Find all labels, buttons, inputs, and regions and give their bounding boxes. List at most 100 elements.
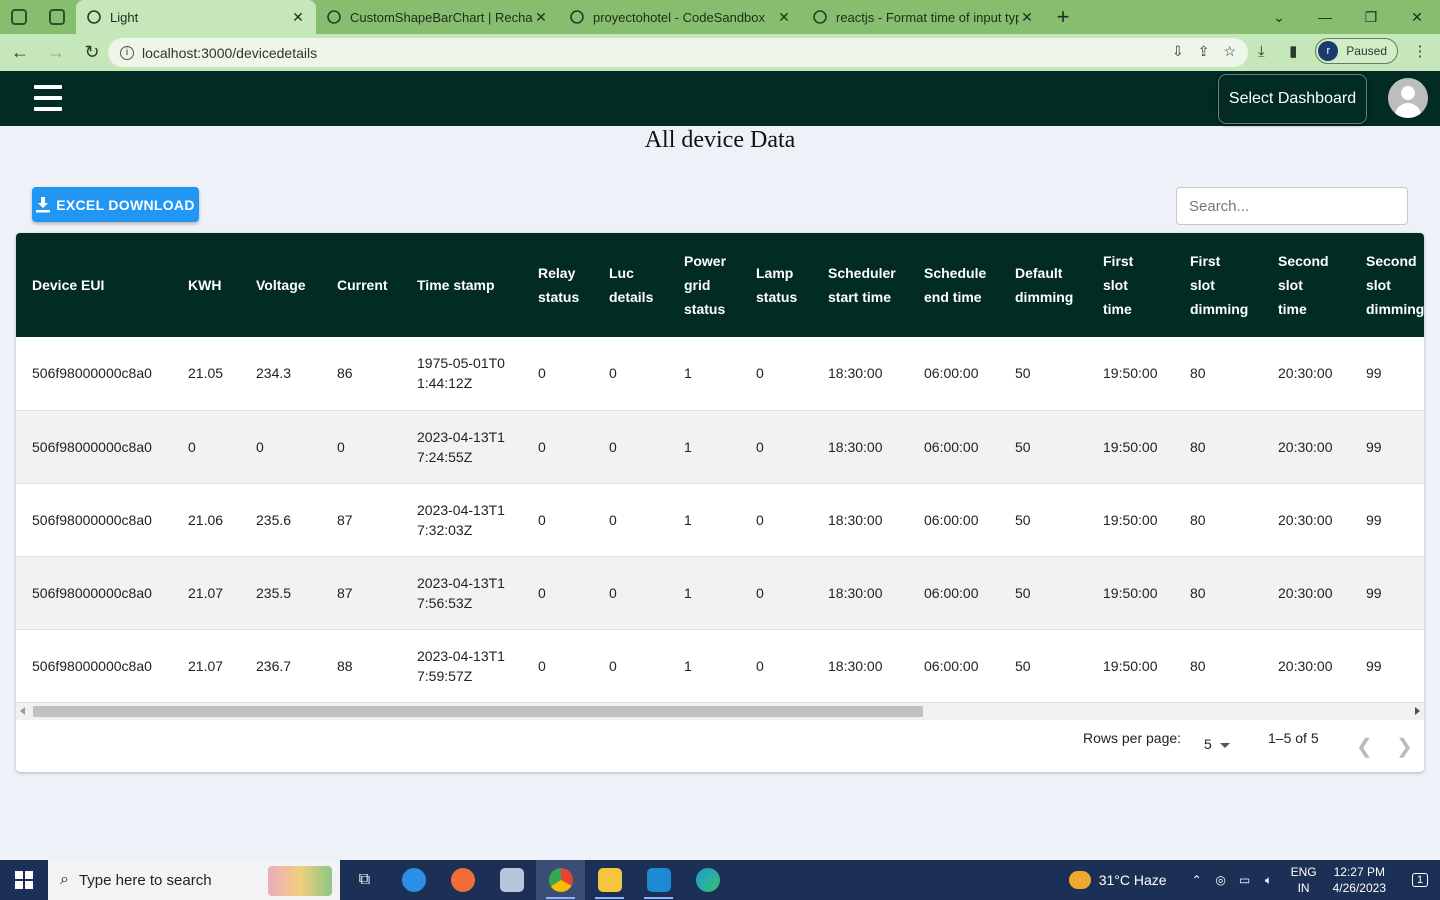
scroll-left-icon[interactable] — [20, 707, 25, 715]
side-panel-icon[interactable]: ▮ — [1283, 41, 1303, 61]
browser-tab-strip: Light ✕ CustomShapeBarChart | Recharts ✕ pro… — [0, 0, 1440, 34]
back-icon[interactable]: ← — [4, 37, 36, 69]
table-row[interactable]: 506f98000000c8a0 21.07 235.5 87 2023-04-13T1… — [16, 556, 1424, 630]
address-bar[interactable]: i localhost:3000/devicedetails ⇩ ⇪ ☆ — [108, 38, 1248, 67]
column-header[interactable]: Relay status — [522, 233, 593, 337]
column-header[interactable]: First slot time — [1087, 233, 1174, 337]
previous-page-icon[interactable]: ❮ — [1356, 734, 1373, 759]
pinned-tab-1[interactable] — [0, 0, 38, 34]
column-header[interactable]: Device EUI — [16, 233, 172, 337]
volume-icon[interactable]: 🔈︎ — [1257, 873, 1281, 888]
new-tab-button[interactable]: + — [1045, 0, 1081, 34]
column-header[interactable]: Second slot dimming — [1350, 233, 1424, 337]
column-header[interactable]: Luc details — [593, 233, 668, 337]
scroll-right-icon[interactable] — [1415, 707, 1420, 715]
share-icon[interactable]: ⇪ — [1198, 43, 1210, 60]
table-cell: 0 — [740, 483, 812, 557]
tab-close-icon[interactable]: ✕ — [776, 9, 792, 26]
table-cell: 1 — [668, 629, 740, 703]
column-header[interactable]: Schedule end time — [908, 233, 999, 337]
site-info-icon[interactable]: i — [120, 45, 134, 60]
tab-close-icon[interactable]: ✕ — [290, 9, 306, 26]
horizontal-scrollbar[interactable] — [16, 703, 1424, 720]
column-header-line: Second — [1278, 253, 1329, 269]
tab-close-icon[interactable]: ✕ — [1019, 9, 1035, 26]
table-cell: 1 — [668, 556, 740, 630]
hamburger-menu-icon[interactable] — [34, 85, 62, 111]
user-avatar[interactable] — [1388, 78, 1428, 118]
table-scroll-area[interactable]: Device EUI KWH Voltage Current Time stamp Rel… — [16, 233, 1424, 703]
table-row[interactable]: 506f98000000c8a0 21.05 234.3 86 1975-05-01T0… — [16, 337, 1424, 411]
network-icon[interactable]: ▭ — [1233, 873, 1257, 887]
column-header[interactable]: Scheduler start time — [812, 233, 908, 337]
postman-icon[interactable] — [438, 860, 487, 900]
next-page-icon[interactable]: ❯ — [1396, 734, 1413, 759]
start-button[interactable] — [0, 860, 48, 900]
column-header[interactable]: Current — [321, 233, 401, 337]
column-header-line: slot — [1366, 277, 1391, 293]
browser-tab-4[interactable]: reactjs - Format time of input typ ✕ — [802, 0, 1045, 34]
table-cell: 0 — [740, 556, 812, 630]
browser-tab-1[interactable]: Light ✕ — [76, 0, 316, 34]
weather-haze-icon — [1068, 871, 1091, 889]
restore-icon[interactable]: ❐ — [1348, 0, 1394, 34]
browser-tab-2[interactable]: CustomShapeBarChart | Recharts ✕ — [316, 0, 559, 34]
search-input[interactable] — [1176, 187, 1408, 225]
react-icon — [86, 9, 102, 25]
stackoverflow-icon — [812, 9, 828, 25]
rows-per-page-select[interactable]: 5 — [1204, 736, 1230, 752]
forward-icon[interactable]: → — [40, 37, 72, 69]
table-cell: 0 — [593, 410, 668, 484]
excel-download-button[interactable]: EXCEL DOWNLOAD — [32, 187, 199, 222]
system-clock[interactable]: 12:27 PM 4/26/2023 — [1333, 864, 1386, 896]
column-header[interactable]: Lamp status — [740, 233, 812, 337]
table-row[interactable]: 506f98000000c8a0 21.07 236.7 88 2023-04-13T1… — [16, 629, 1424, 703]
vscode-icon[interactable] — [634, 860, 683, 900]
column-header[interactable]: First slot dimming — [1174, 233, 1262, 337]
minimize-icon[interactable]: — — [1302, 0, 1348, 34]
table-cell: 236.7 — [240, 629, 321, 703]
select-dashboard-button[interactable]: Select Dashboard — [1218, 74, 1367, 124]
tab-search-icon[interactable]: ⌄ — [1256, 0, 1302, 34]
column-header[interactable]: Time stamp — [401, 233, 522, 337]
column-header-line: details — [609, 289, 654, 305]
table-cell: 50 — [999, 337, 1087, 411]
chrome-icon[interactable] — [536, 860, 585, 900]
tray-overflow-icon[interactable]: ⌃ — [1185, 873, 1209, 887]
column-header-line: time — [1103, 301, 1132, 317]
tab-close-icon[interactable]: ✕ — [533, 9, 549, 26]
close-window-icon[interactable]: ✕ — [1394, 0, 1440, 34]
taskbar-search-text: Type here to search — [78, 871, 212, 889]
photos-app-icon[interactable] — [487, 860, 536, 900]
chat-app-icon[interactable] — [389, 860, 438, 900]
input-language[interactable]: ENG IN — [1291, 864, 1317, 896]
table-row[interactable]: 506f98000000c8a0 21.06 235.6 87 2023-04-13T1… — [16, 483, 1424, 557]
install-icon[interactable]: ⇩ — [1172, 43, 1184, 60]
downloads-icon[interactable]: ⤓ — [1251, 41, 1271, 61]
table-cell: 0 — [593, 556, 668, 630]
column-header[interactable]: Power grid status — [668, 233, 740, 337]
clock-date: 4/26/2023 — [1332, 881, 1386, 895]
table-row[interactable]: 506f98000000c8a0 0 0 0 2023-04-13T17:24:55Z 0… — [16, 410, 1424, 484]
file-explorer-icon[interactable] — [585, 860, 634, 900]
notification-center-icon[interactable]: 1 — [1400, 860, 1440, 900]
taskbar-search[interactable]: ⌕ Type here to search — [48, 860, 340, 900]
pinned-tab-2[interactable] — [38, 0, 76, 34]
table-cell: 0 — [740, 410, 812, 484]
kebab-menu-icon[interactable]: ⋮ — [1410, 41, 1430, 61]
table-cell: 506f98000000c8a0 — [16, 410, 172, 484]
column-header[interactable]: Default dimming — [999, 233, 1087, 337]
table-cell: 06:00:00 — [908, 410, 999, 484]
task-view-icon[interactable]: ⧉ — [340, 860, 389, 900]
edge-icon[interactable] — [683, 860, 732, 900]
column-header[interactable]: Voltage — [240, 233, 321, 337]
column-header[interactable]: KWH — [172, 233, 240, 337]
scrollbar-thumb[interactable] — [33, 706, 923, 717]
meet-now-icon[interactable]: ◎ — [1209, 873, 1233, 887]
column-header[interactable]: Second slot time — [1262, 233, 1350, 337]
browser-tab-3[interactable]: proyectohotel - CodeSandbox ✕ — [559, 0, 802, 34]
reload-icon[interactable]: ↻ — [76, 37, 108, 69]
profile-button[interactable]: r Paused — [1315, 38, 1398, 64]
bookmark-star-icon[interactable]: ☆ — [1223, 43, 1236, 60]
weather-widget[interactable]: 31°C Haze — [1068, 871, 1167, 889]
